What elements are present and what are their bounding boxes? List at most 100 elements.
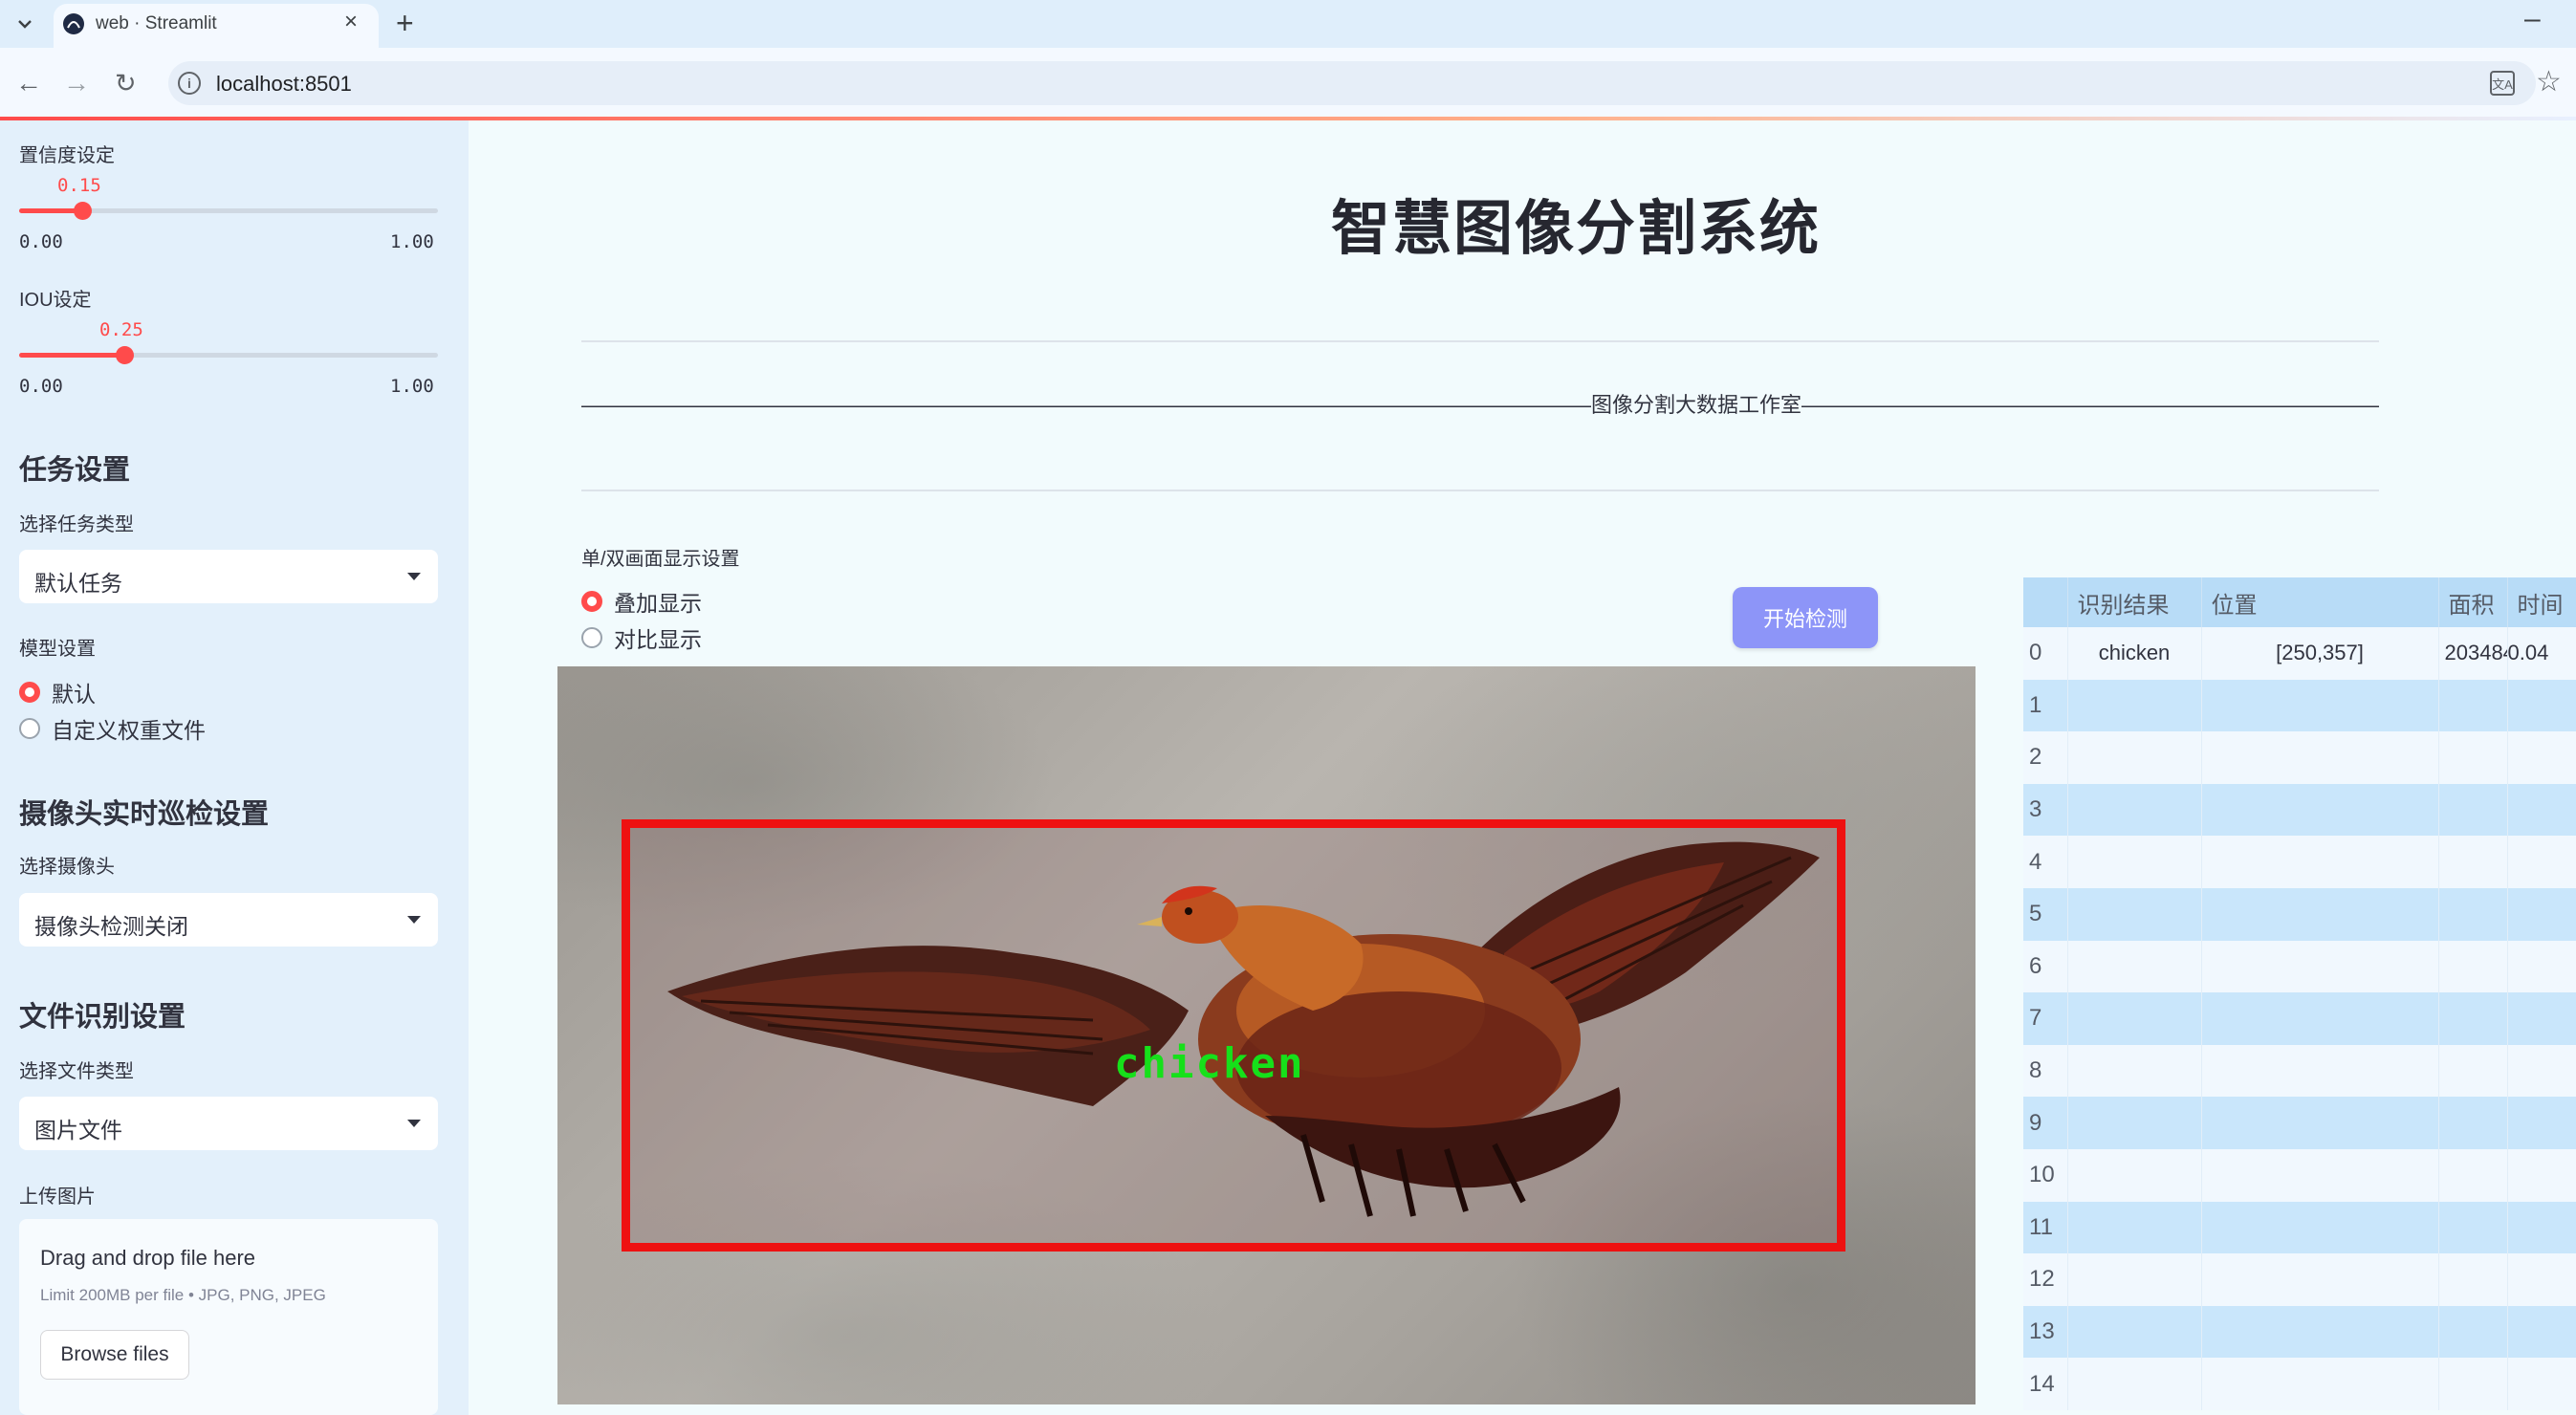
row-index: 7 [2023,992,2068,1045]
forward-arrow-icon[interactable]: → [63,67,90,99]
row-position [2201,940,2439,993]
url-text[interactable]: localhost:8501 [216,72,352,97]
row-time [2507,731,2576,784]
row-time [2507,887,2576,941]
table-row[interactable]: 13 [2023,1305,2576,1359]
iou-label: IOU设定 [19,290,92,311]
display-option-label: 对比显示 [614,627,702,652]
table-header-row: 识别结果 位置 面积 时间 [2023,577,2576,627]
radio-unselected-icon [581,627,602,648]
display-mode-label: 单/双画面显示设置 [581,549,740,570]
iou-min: 0.00 [19,376,63,397]
row-position [2201,1201,2439,1254]
table-row[interactable]: 0chicken[250,357]2034840.04 [2023,627,2576,680]
table-row[interactable]: 9 [2023,1097,2576,1149]
row-index: 12 [2023,1253,2068,1306]
row-position [2201,992,2439,1045]
confidence-slider-thumb[interactable] [73,202,92,220]
reload-icon[interactable]: ↻ [115,67,137,99]
row-time [2507,992,2576,1045]
confidence-value: 0.15 [57,175,101,196]
chevron-down-icon [407,573,421,580]
table-row[interactable]: 2 [2023,731,2576,784]
row-area: 203484 [2438,627,2508,680]
studio-banner: ————————————————————————————————————————… [581,393,2379,417]
address-bar[interactable] [168,61,2536,105]
row-time [2507,836,2576,888]
row-index: 3 [2023,783,2068,837]
start-detection-button[interactable]: 开始检测 [1733,587,1878,648]
row-area [2438,731,2508,784]
row-index: 14 [2023,1358,2068,1410]
model-settings-label: 模型设置 [19,639,96,660]
tab-close-icon[interactable]: × [344,10,358,34]
row-time [2507,1044,2576,1098]
tab-search-chevron-icon[interactable] [10,9,40,39]
table-row[interactable]: 7 [2023,992,2576,1045]
tab-title: web · Streamlit [96,13,217,33]
table-row[interactable]: 3 [2023,783,2576,837]
file-type-select[interactable]: 图片文件 [19,1097,438,1150]
row-position [2201,1148,2439,1202]
row-time [2507,679,2576,732]
chevron-down-icon [407,916,421,924]
row-result [2067,679,2202,732]
time-column-header[interactable]: 时间 [2507,577,2576,627]
window-minimize-icon[interactable]: – [2524,2,2541,36]
row-position [2201,1358,2439,1410]
table-row[interactable]: 11 [2023,1201,2576,1254]
task-type-label: 选择任务类型 [19,514,134,535]
row-time: 0.04 [2507,627,2576,680]
row-result [2067,731,2202,784]
row-result [2067,1148,2202,1202]
table-row[interactable]: 4 [2023,836,2576,888]
display-option-label: 叠加显示 [614,591,702,616]
task-settings-heading: 任务设置 [19,455,131,486]
table-row[interactable]: 14 [2023,1358,2576,1410]
display-option-overlay[interactable]: 叠加显示 [581,587,702,616]
camera-select[interactable]: 摄像头检测关闭 [19,893,438,947]
model-option-label: 默认 [52,682,96,707]
row-index: 9 [2023,1097,2068,1149]
file-dropzone[interactable]: Drag and drop file here Limit 200MB per … [19,1219,438,1415]
dropzone-title: Drag and drop file here [40,1246,256,1270]
site-info-icon[interactable]: i [178,72,201,95]
table-row[interactable]: 12 [2023,1253,2576,1306]
row-area [2438,1253,2508,1306]
translate-icon[interactable]: 文A [2490,71,2515,96]
model-option-default[interactable]: 默认 [19,678,96,707]
row-area [2438,940,2508,993]
back-arrow-icon[interactable]: ← [15,67,42,99]
row-position: [250,357] [2201,627,2439,680]
iou-slider-thumb[interactable] [115,346,134,364]
table-row[interactable]: 6 [2023,940,2576,993]
confidence-slider-fill [19,208,82,213]
row-position [2201,1097,2439,1149]
display-option-compare[interactable]: 对比显示 [581,623,702,652]
iou-slider[interactable] [19,346,438,364]
area-column-header[interactable]: 面积 [2438,577,2508,627]
position-column-header[interactable]: 位置 [2201,577,2439,627]
table-row[interactable]: 1 [2023,679,2576,732]
confidence-slider[interactable] [19,202,438,220]
confidence-max: 1.00 [390,231,434,252]
model-option-label: 自定义权重文件 [52,718,206,743]
camera-select-label: 选择摄像头 [19,857,115,878]
row-time [2507,940,2576,993]
task-type-select[interactable]: 默认任务 [19,550,438,603]
row-index: 5 [2023,887,2068,941]
row-result [2067,887,2202,941]
confidence-min: 0.00 [19,231,63,252]
browse-files-button[interactable]: Browse files [40,1330,189,1380]
table-row[interactable]: 8 [2023,1044,2576,1098]
bookmark-star-icon[interactable]: ☆ [2536,65,2562,99]
model-option-custom[interactable]: 自定义权重文件 [19,714,206,743]
results-table: 识别结果 位置 面积 时间 0chicken[250,357]2034840.0… [2023,577,2576,1410]
table-row[interactable]: 5 [2023,887,2576,941]
result-column-header[interactable]: 识别结果 [2067,577,2202,627]
row-index: 6 [2023,940,2068,993]
row-index: 4 [2023,836,2068,888]
new-tab-icon[interactable]: + [396,6,414,40]
table-row[interactable]: 10 [2023,1148,2576,1202]
file-settings-heading: 文件识别设置 [19,1002,186,1033]
